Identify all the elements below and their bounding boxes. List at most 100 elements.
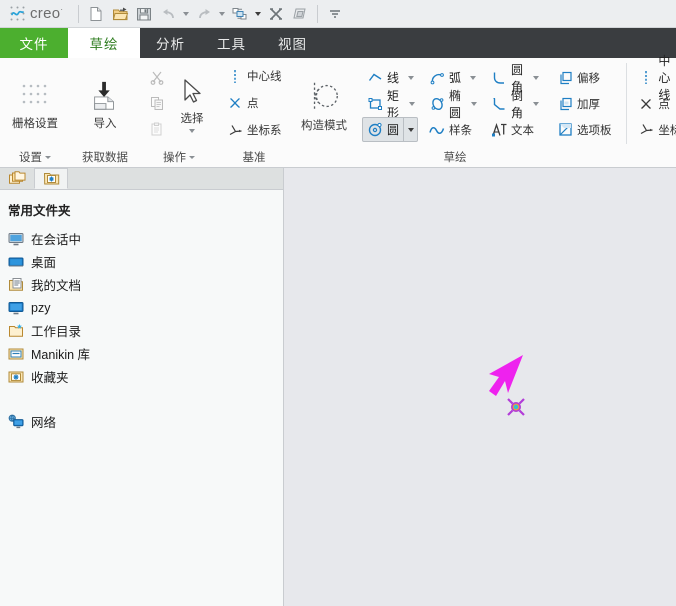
sidebar-item-working-directory[interactable]: 工作目录 [0, 319, 283, 342]
ribbon-group-operations-label[interactable]: 操作 [140, 146, 218, 168]
ribbon-group-settings-label[interactable]: 设置 [0, 146, 70, 168]
tab-tools[interactable]: 工具 [201, 28, 262, 58]
sidebar-item-manikin-library[interactable]: Manikin 库 [0, 342, 283, 365]
line-label: 线 [387, 71, 400, 85]
redo-button[interactable] [192, 2, 216, 26]
undo-dropdown-button[interactable] [180, 3, 192, 25]
tab-analysis-label: 分析 [156, 37, 185, 52]
sketch-point-tool[interactable]: 点 [633, 91, 676, 116]
close-x-icon [270, 7, 283, 20]
favorites-tab[interactable] [34, 168, 68, 189]
grid-settings-button[interactable]: 栅格设置 [4, 76, 66, 131]
close-window-button[interactable] [264, 2, 288, 26]
navigator-tab[interactable] [0, 168, 34, 189]
sketch-canvas[interactable] [285, 168, 676, 606]
toolbar-divider-2 [317, 4, 319, 23]
chevron-down-icon [471, 101, 478, 106]
palette-label: 选项板 [577, 124, 612, 137]
in-session-monitor-icon [8, 231, 24, 247]
circle-tool[interactable]: 圆 [362, 117, 419, 142]
new-file-button[interactable] [84, 2, 108, 26]
rectangle-label: 矩形 [387, 88, 400, 120]
chevron-down-icon [407, 127, 414, 132]
regenerate-button[interactable] [228, 2, 252, 26]
copy-button[interactable] [144, 91, 170, 116]
ribbon-tab-bar: 文件 草绘 分析 工具 视图 [0, 28, 676, 58]
ellipse-tool[interactable]: 椭圆 [424, 89, 480, 120]
ribbon-group-construction-label [290, 146, 358, 168]
centerline-icon [638, 70, 654, 86]
chevron-down-icon [255, 11, 262, 16]
sketch-centerline-tool[interactable]: 中心线 [633, 54, 676, 102]
tab-view[interactable]: 视图 [262, 28, 323, 58]
text-tool[interactable]: 文本 [486, 117, 542, 142]
sidebar-item-my-documents[interactable]: 我的文档 [0, 273, 283, 296]
undo-button[interactable] [156, 2, 180, 26]
quick-access-toolbar: creo· [0, 0, 676, 28]
tab-file[interactable]: 文件 [0, 28, 68, 58]
tab-sketch-label: 草绘 [89, 37, 119, 52]
ribbon-group-settings: 栅格设置 设置 [0, 58, 70, 168]
spline-tool[interactable]: 样条 [424, 117, 480, 142]
folder-browser-sidebar: 常用文件夹 在会话中 桌面 我的文档 pzy 工作目录 Manikin 库 收藏… [0, 168, 284, 606]
sidebar-item-desktop[interactable]: 桌面 [0, 250, 283, 273]
offset-label: 偏移 [577, 72, 601, 85]
import-button[interactable]: 导入 [74, 76, 136, 131]
computer-icon [8, 300, 24, 316]
switch-window-button[interactable] [288, 2, 312, 26]
tab-tools-label: 工具 [217, 37, 246, 52]
tab-analysis[interactable]: 分析 [140, 28, 201, 58]
group-label-text: 设置 [19, 152, 42, 164]
palette-tool[interactable]: 选项板 [552, 117, 617, 142]
ellipse-icon [429, 96, 445, 112]
tab-sketch[interactable]: 草绘 [68, 28, 140, 58]
datum-point-button[interactable]: 点 [222, 91, 287, 116]
import-icon [88, 80, 122, 112]
datum-csys-button[interactable]: 坐标系 [222, 118, 287, 143]
sidebar-item-network[interactable]: 网络 [0, 410, 283, 433]
sketch-csys-label: 坐标系 [658, 124, 676, 137]
circle-tool-cursor [505, 396, 527, 421]
group-label-text: 获取数据 [82, 152, 128, 164]
paste-button[interactable] [144, 117, 170, 142]
rectangle-tool[interactable]: 矩形 [362, 89, 418, 120]
sidebar-item-in-session[interactable]: 在会话中 [0, 227, 283, 250]
spline-label: 样条 [449, 124, 473, 137]
rectangle-dropdown[interactable] [407, 91, 418, 116]
thicken-tool[interactable]: 加厚 [552, 91, 617, 116]
line-dropdown[interactable] [404, 65, 418, 90]
chamfer-dropdown[interactable] [531, 91, 542, 116]
select-button[interactable]: 选择 [170, 73, 214, 133]
ribbon-group-operations: 选择 操作 [140, 58, 218, 168]
sketch-csys-tool[interactable]: 坐标系 [633, 117, 676, 142]
copy-icon [149, 95, 165, 111]
desktop-icon [8, 254, 24, 270]
cut-button[interactable] [144, 65, 170, 90]
offset-tool[interactable]: 偏移 [552, 65, 617, 90]
circle-dropdown[interactable] [404, 117, 419, 142]
centerline-icon [227, 68, 243, 84]
redo-dropdown-button[interactable] [216, 3, 228, 25]
sidebar-item-label: 桌面 [31, 256, 57, 270]
grid-settings-icon [18, 80, 52, 112]
toolbar-divider [78, 4, 80, 23]
sidebar-item-favorites[interactable]: 收藏夹 [0, 365, 283, 388]
customize-toolbar-button[interactable] [323, 2, 347, 26]
ribbon-divider [625, 63, 627, 144]
construction-mode-button[interactable]: 构造模式 [294, 74, 354, 133]
open-file-button[interactable] [108, 2, 132, 26]
sidebar-item-pzy[interactable]: pzy [0, 296, 283, 319]
arc-dropdown[interactable] [466, 65, 480, 90]
chevron-down-icon [189, 155, 195, 159]
regenerate-dropdown-button[interactable] [252, 3, 264, 25]
save-file-button[interactable] [132, 2, 156, 26]
regenerate-icon [232, 7, 247, 19]
offset-icon [557, 70, 573, 86]
fillet-dropdown[interactable] [531, 65, 542, 90]
chevron-down-icon[interactable] [189, 129, 195, 133]
switch-window-icon [293, 8, 306, 18]
ellipse-dropdown[interactable] [469, 91, 480, 116]
chamfer-tool[interactable]: 倒角 [486, 89, 542, 120]
datum-centerline-button[interactable]: 中心线 [222, 64, 287, 89]
chevron-down-icon [409, 101, 416, 106]
